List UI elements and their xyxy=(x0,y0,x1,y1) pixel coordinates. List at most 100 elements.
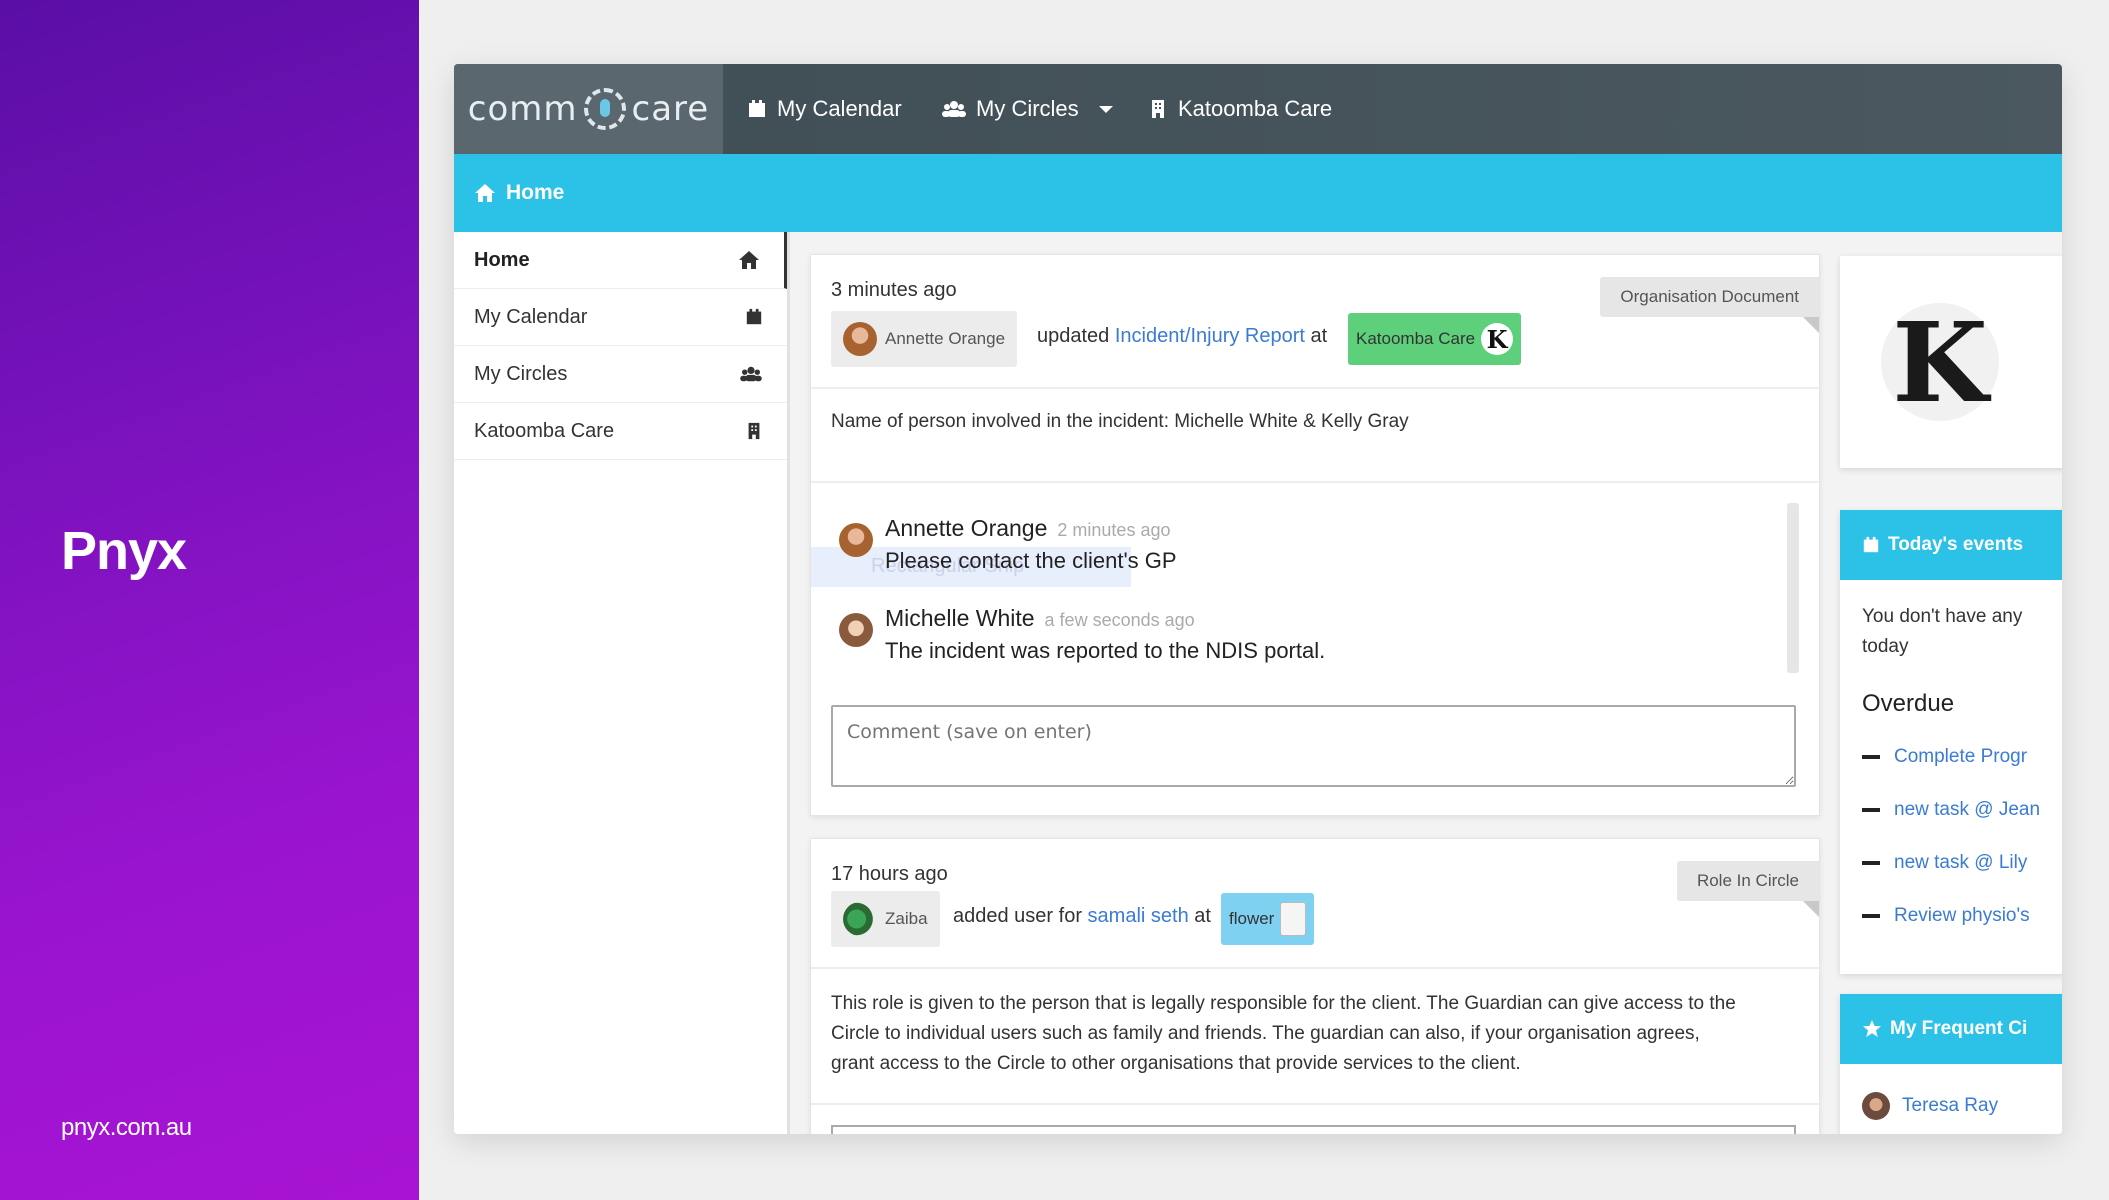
task-link[interactable]: new task @ Jean xyxy=(1894,799,2040,821)
activity-type-badge: Role In Circle xyxy=(1676,861,1820,917)
dash-icon xyxy=(1862,913,1880,918)
frequent-name[interactable]: Teresa Ray xyxy=(1902,1095,1998,1117)
logo-mark-icon xyxy=(583,88,626,130)
logo-text-left: comm xyxy=(467,89,578,129)
commcare-logo[interactable]: comm care xyxy=(454,64,723,154)
group-icon xyxy=(942,101,966,117)
activity-type-badge: Organisation Document xyxy=(1600,277,1819,333)
organisation-tag[interactable]: Katoomba Care K xyxy=(1348,313,1522,365)
task-link[interactable]: Complete Progr xyxy=(1894,746,2027,768)
dash-icon xyxy=(1862,754,1880,759)
main-content: 3 minutes ago Organisation Document Anne… xyxy=(790,232,2062,1134)
building-icon xyxy=(748,422,760,440)
panel-header: Today's events xyxy=(1840,510,2062,580)
chevron-down-icon xyxy=(1098,105,1113,113)
sidebar-item-my-circles[interactable]: My Circles xyxy=(454,346,787,403)
home-icon xyxy=(475,184,495,202)
document-link[interactable]: Incident/Injury Report xyxy=(1115,325,1305,347)
nav-katoomba-care[interactable]: Katoomba Care xyxy=(1148,64,1332,154)
brand-url: pnyx.com.au xyxy=(61,1114,192,1141)
organisation-name: Katoomba Care xyxy=(1356,329,1476,348)
activity-body: Name of person involved in the incident:… xyxy=(831,411,1409,432)
overdue-task[interactable]: Review physio's xyxy=(1840,889,2062,942)
dash-icon xyxy=(1862,807,1880,812)
comment-input[interactable] xyxy=(831,1125,1796,1134)
nav-my-circles[interactable]: My Circles xyxy=(942,64,1113,154)
group-icon xyxy=(740,366,762,382)
action-verb: added user for xyxy=(953,905,1082,927)
comment-input[interactable] xyxy=(831,705,1796,787)
user-chip[interactable]: Annette Orange xyxy=(831,311,1018,367)
action-verb: updated xyxy=(1037,325,1110,347)
comment-text: Please contact the client's GP xyxy=(885,548,1177,573)
calendar-icon xyxy=(1863,536,1879,553)
sidebar-item-label: Home xyxy=(474,248,530,271)
nav-my-calendar[interactable]: My Calendar xyxy=(747,64,902,154)
avatar xyxy=(1862,1092,1890,1120)
overdue-task[interactable]: Complete Progr xyxy=(1840,730,2062,783)
task-link[interactable]: Review physio's xyxy=(1894,905,2030,927)
user-name: Zaiba xyxy=(885,909,928,928)
sidebar: Home My Calendar My Circles Katoomba Car… xyxy=(454,232,790,1134)
breadcrumb-home[interactable]: Home xyxy=(506,181,564,205)
task-link[interactable]: new task @ Lily xyxy=(1894,852,2027,874)
nav-label: My Calendar xyxy=(777,96,902,121)
divider xyxy=(811,1103,1819,1105)
comments-scrollbar[interactable] xyxy=(1787,503,1799,673)
divider xyxy=(811,967,1819,969)
activity-body: This role is given to the person that is… xyxy=(831,989,1736,1079)
dash-icon xyxy=(1862,860,1880,865)
divider xyxy=(811,387,1819,389)
brand-title: Pnyx xyxy=(61,521,187,581)
avatar xyxy=(843,902,877,936)
comment-text: The incident was reported to the NDIS po… xyxy=(885,638,1326,663)
avatar xyxy=(843,322,877,356)
activity-card: 17 hours ago Role In Circle Zaiba added … xyxy=(810,838,1820,1134)
sidebar-item-home[interactable]: Home xyxy=(454,232,787,289)
breadcrumb: Home xyxy=(454,154,2062,232)
frequent-item[interactable]: Teresa Ray xyxy=(1840,1064,2062,1134)
frequent-circles-panel: My Frequent Ci Teresa Ray xyxy=(1840,994,2062,1134)
nav-label: My Circles xyxy=(976,96,1079,121)
activity-time: 17 hours ago xyxy=(831,863,948,885)
circle-name: flower xyxy=(1229,909,1275,928)
organisation-logo-icon: K xyxy=(1481,323,1514,355)
body-line: This role is given to the person that is… xyxy=(831,993,1736,1014)
panel-title: Today's events xyxy=(1888,534,2024,555)
comment-item: Annette Orange 2 minutes ago Please conta… xyxy=(839,515,1177,574)
nav-label: Katoomba Care xyxy=(1178,96,1333,121)
body-line: Circle to individual users such as famil… xyxy=(831,1023,1700,1044)
action-at: at xyxy=(1194,905,1211,927)
action-at: at xyxy=(1310,325,1328,347)
calendar-icon xyxy=(746,308,762,325)
sidebar-item-label: Katoomba Care xyxy=(474,419,615,442)
avatar xyxy=(839,523,873,557)
overdue-task[interactable]: new task @ Lily xyxy=(1840,836,2062,889)
user-name: Annette Orange xyxy=(885,329,1006,348)
circle-tag[interactable]: flower xyxy=(1221,893,1315,945)
star-icon xyxy=(1863,1020,1881,1037)
todays-events-panel: Today's events You don't have any today … xyxy=(1840,510,2062,974)
user-chip[interactable]: Zaiba xyxy=(831,891,940,947)
comment-item: Michelle White a few seconds ago The inci… xyxy=(839,605,1325,664)
sidebar-item-my-calendar[interactable]: My Calendar xyxy=(454,289,787,346)
building-icon xyxy=(1152,100,1164,118)
activity-action: added user for samali seth at xyxy=(953,905,1211,928)
user-link[interactable]: samali seth xyxy=(1088,905,1189,927)
sidebar-item-label: My Calendar xyxy=(474,305,588,328)
body-line: grant access to the Circle to other orga… xyxy=(831,1053,1521,1074)
home-icon xyxy=(739,251,759,269)
logo-text-right: care xyxy=(631,89,710,129)
brand-panel: Pnyx pnyx.com.au xyxy=(0,0,419,1200)
comment-time: 2 minutes ago xyxy=(1057,520,1171,540)
no-events-line: You don't have any xyxy=(1862,606,2023,627)
top-navbar: comm care My Calendar My Circles Katoomb… xyxy=(454,64,2062,154)
organisation-logo-card: K xyxy=(1840,256,2062,468)
calendar-icon xyxy=(749,100,765,117)
divider xyxy=(811,481,1819,483)
no-events-line: today xyxy=(1862,636,1909,657)
sidebar-item-katoomba-care[interactable]: Katoomba Care xyxy=(454,403,787,460)
overdue-task[interactable]: new task @ Jean xyxy=(1840,783,2062,836)
overdue-heading: Overdue xyxy=(1862,690,1955,717)
sidebar-item-label: My Circles xyxy=(474,362,568,385)
